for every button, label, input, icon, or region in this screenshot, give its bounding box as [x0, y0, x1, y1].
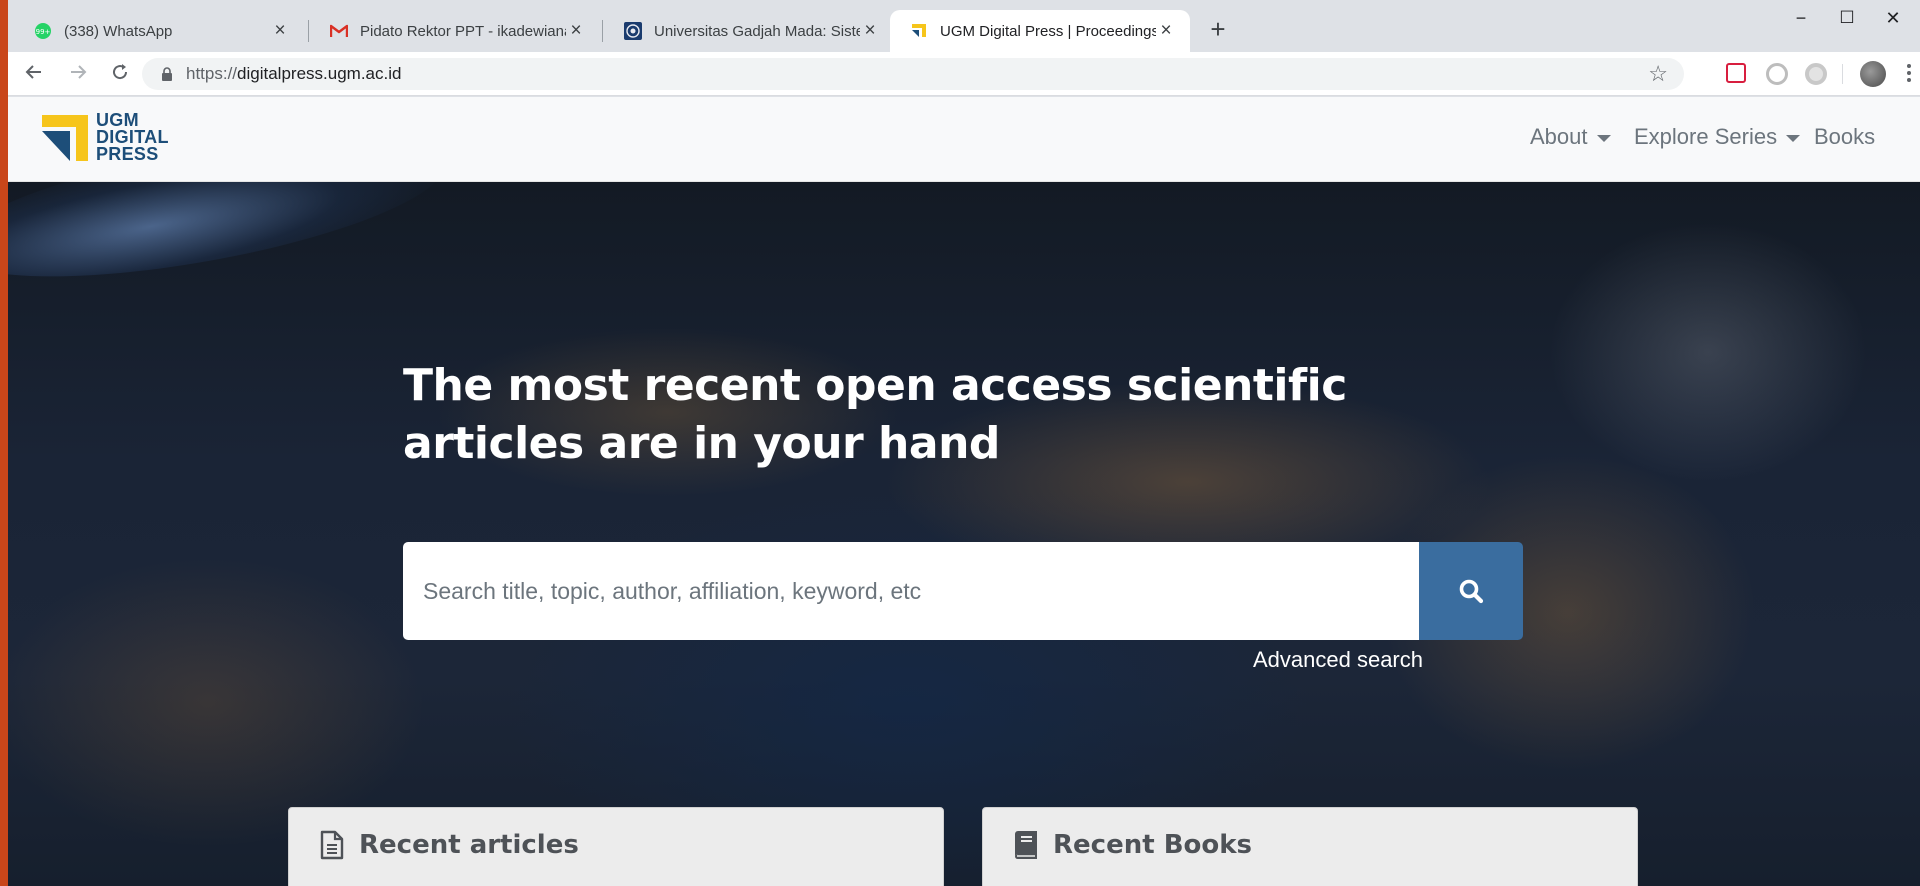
search-input[interactable] [403, 542, 1419, 640]
lock-icon [162, 67, 172, 81]
card-header: Recent articles [319, 830, 579, 860]
web-page: UGM DIGITAL PRESS About Explore Series B… [8, 97, 1920, 886]
sync-extension-icon[interactable] [1766, 63, 1788, 85]
more-menu-icon[interactable] [1906, 61, 1912, 85]
back-button[interactable] [20, 60, 48, 88]
ugm-digital-press-logo[interactable]: UGM DIGITAL PRESS [40, 111, 190, 167]
svg-text:99+: 99+ [36, 28, 51, 36]
tab-title: UGM Digital Press | Proceedings [940, 22, 1156, 40]
book-icon [1015, 831, 1037, 860]
caret-down-icon [1596, 134, 1611, 142]
window-close-button[interactable]: ✕ [1870, 4, 1916, 32]
tab-separator [602, 20, 603, 42]
tab-gmail[interactable]: Pidato Rektor PPT - ikadewiana@ × [310, 10, 600, 52]
advanced-search-link[interactable]: Advanced search [1253, 647, 1423, 673]
tab-separator [308, 20, 309, 42]
search-icon [1459, 579, 1484, 604]
bookmark-star-icon[interactable]: ☆ [1648, 60, 1668, 88]
ugm-seal-icon [624, 22, 642, 40]
tab-title: (338) WhatsApp [64, 22, 173, 40]
reload-button[interactable] [106, 60, 134, 88]
maximize-button[interactable]: ☐ [1824, 4, 1870, 32]
close-tab-icon[interactable]: × [566, 21, 586, 41]
nav-explore-series[interactable]: Explore Series [1634, 124, 1801, 150]
tab-ugm-digital-press[interactable]: UGM Digital Press | Proceedings × [890, 10, 1190, 52]
url-host: digitalpress.ugm.ac.id [237, 64, 402, 83]
ugm-press-icon [910, 22, 928, 40]
gmail-icon [330, 22, 348, 40]
logo-mark-icon [42, 115, 88, 161]
address-bar[interactable]: https://digitalpress.ugm.ac.id ☆ [142, 58, 1684, 90]
pocket-extension-icon[interactable] [1726, 63, 1746, 83]
caret-down-icon [1786, 134, 1801, 142]
extension-icon[interactable] [1805, 63, 1827, 85]
recent-books-card: Recent Books [982, 807, 1638, 886]
forward-button[interactable] [64, 60, 92, 88]
new-tab-button[interactable]: + [1204, 16, 1232, 44]
forward-arrow-icon [71, 65, 87, 79]
search-button[interactable] [1419, 542, 1523, 640]
logo-line: PRESS [96, 144, 159, 164]
card-title[interactable]: Recent articles [359, 830, 579, 860]
logo-text: UGM DIGITAL PRESS [96, 111, 169, 164]
nav-books[interactable]: Books [1814, 124, 1875, 150]
recent-articles-card: Recent articles [288, 807, 944, 886]
earth-atmosphere-glow [8, 182, 454, 305]
close-tab-icon[interactable]: × [270, 21, 290, 41]
minimize-button[interactable]: − [1778, 4, 1824, 32]
whatsapp-icon: 99+ [34, 22, 52, 40]
close-tab-icon[interactable]: × [860, 21, 880, 41]
nav-explore-series-label: Explore Series [1634, 124, 1778, 149]
nav-books-label: Books [1814, 124, 1876, 149]
tab-title: Universitas Gadjah Mada: Sistem [654, 22, 860, 40]
card-header: Recent Books [1013, 830, 1252, 860]
url-scheme: https:// [186, 64, 238, 83]
toolbar-separator [1842, 64, 1843, 84]
tab-ugm[interactable]: Universitas Gadjah Mada: Sistem × [604, 10, 894, 52]
tab-strip: 99+ (338) WhatsApp × Pidato Rektor PPT -… [8, 0, 1920, 52]
tab-title: Pidato Rektor PPT - ikadewiana@ [360, 22, 566, 40]
nav-about[interactable]: About [1530, 124, 1611, 150]
document-icon [320, 830, 344, 860]
desktop-edge [0, 0, 8, 886]
browser-window: 99+ (338) WhatsApp × Pidato Rektor PPT -… [0, 0, 1920, 886]
close-tab-icon[interactable]: × [1156, 21, 1176, 41]
url-text: https://digitalpress.ugm.ac.id [186, 58, 401, 90]
browser-toolbar: https://digitalpress.ugm.ac.id ☆ [8, 52, 1920, 96]
tab-whatsapp[interactable]: 99+ (338) WhatsApp × [14, 10, 304, 52]
search-bar [403, 542, 1523, 640]
nav-about-label: About [1530, 124, 1588, 149]
profile-avatar[interactable] [1860, 61, 1886, 87]
reload-icon [113, 64, 128, 80]
hero-title: The most recent open access scientific a… [403, 360, 1347, 469]
site-navbar: UGM DIGITAL PRESS About Explore Series B… [8, 97, 1920, 182]
back-arrow-icon [25, 65, 41, 79]
card-title[interactable]: Recent Books [1053, 830, 1252, 860]
hero-section: The most recent open access scientific a… [8, 182, 1920, 886]
